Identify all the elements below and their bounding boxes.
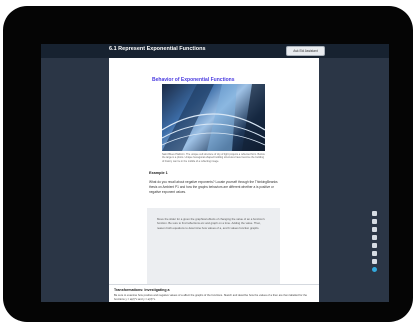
top-bar: 6.1 Represent Exponential Functions Ask … [41, 44, 389, 58]
transformations-section: Transformations: Investigating a Be sure… [109, 284, 319, 302]
activity-text: Move the slider for a given the graphica… [157, 217, 265, 230]
print-icon[interactable] [372, 227, 377, 232]
bookmark-icon[interactable] [372, 235, 377, 240]
pencil-icon[interactable] [372, 219, 377, 224]
lesson-page: Behavior of Exponential Functions Saint … [109, 58, 319, 302]
example-text: What do you recall about negative expone… [149, 180, 278, 194]
copy-icon[interactable] [372, 251, 377, 256]
tablet-frame: 6.1 Represent Exponential Functions Ask … [3, 6, 413, 322]
transformations-text: Be sure to examine how positive and nega… [114, 294, 307, 301]
assistant-button[interactable]: Ask Eid Assistant [286, 46, 325, 56]
section-title: Behavior of Exponential Functions [152, 77, 235, 83]
app-screen: 6.1 Represent Exponential Functions Ask … [41, 44, 389, 302]
search-icon[interactable] [372, 211, 377, 216]
text-icon[interactable] [372, 243, 377, 248]
chat-icon[interactable] [372, 267, 377, 272]
page-title: 6.1 Represent Exponential Functions [109, 46, 206, 52]
example-label: Example 1 [149, 171, 168, 175]
transformations-title: Transformations: Investigating a [114, 288, 170, 292]
building-photo [162, 84, 265, 151]
side-toolbar [372, 211, 378, 275]
audio-icon[interactable] [372, 259, 377, 264]
photo-caption: Saint Blues Platform. The unique cell st… [162, 153, 265, 163]
building-photo-art [162, 84, 265, 151]
